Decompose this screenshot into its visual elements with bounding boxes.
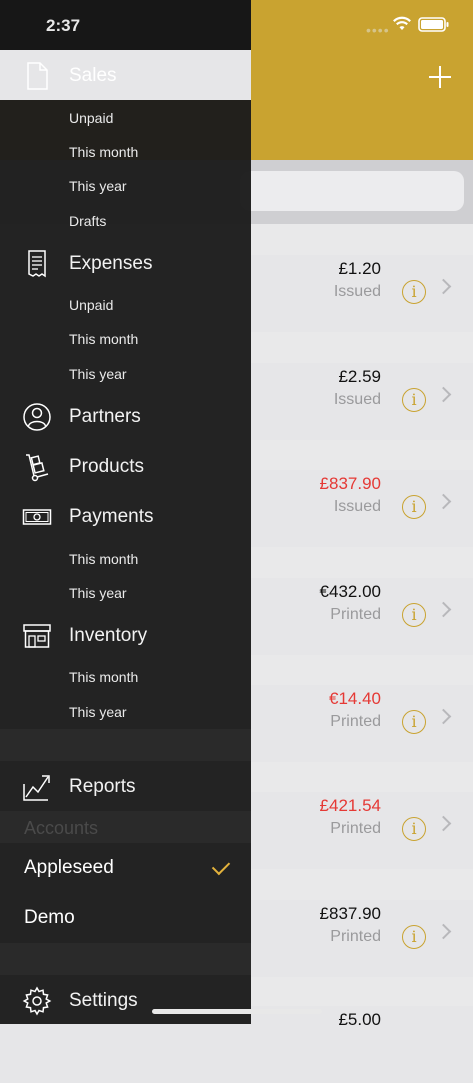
submenu-expenses-unpaid[interactable]: Unpaid (69, 297, 113, 313)
menu-label: Inventory (69, 625, 148, 646)
battery-icon (418, 17, 449, 32)
row-status: Issued (333, 391, 381, 408)
info-icon[interactable]: i (402, 495, 426, 519)
section-divider (0, 943, 251, 975)
row-amount: £837.90 (319, 904, 381, 923)
section-divider (0, 729, 251, 761)
home-indicator[interactable] (152, 1009, 322, 1014)
chart-trend-icon (23, 775, 50, 801)
menu-label: Settings (69, 990, 138, 1011)
menu-label: Payments (69, 506, 154, 527)
chevron-right-icon (435, 278, 452, 295)
row-amount: £5.00 (338, 1010, 381, 1029)
chevron-right-icon (435, 493, 452, 510)
row-status: Issued (333, 283, 381, 300)
submenu-expenses-this-month[interactable]: This month (69, 331, 138, 347)
menu-label: Reports (69, 776, 136, 797)
submenu-inventory-this-year[interactable]: This year (69, 704, 127, 720)
row-amount: £2.59 (338, 367, 381, 386)
receipt-icon (28, 250, 46, 278)
menu-item-reports[interactable]: Reports (0, 761, 251, 811)
menu-label: Products (69, 456, 144, 477)
info-icon[interactable]: i (402, 280, 426, 304)
side-drawer: 2:37 Sales Unpaid This month This year D… (0, 0, 251, 1024)
info-icon[interactable]: i (402, 925, 426, 949)
accounts-header: Accounts (24, 818, 99, 838)
menu-label: Sales (69, 65, 117, 86)
submenu-payments-this-year[interactable]: This year (69, 585, 127, 601)
info-icon[interactable]: i (402, 817, 426, 841)
menu-item-products[interactable]: Products (0, 441, 251, 491)
account-item-appleseed[interactable]: Appleseed (24, 857, 114, 879)
row-status: Issued (333, 498, 381, 515)
menu-item-sales[interactable]: Sales (0, 50, 251, 100)
wifi-icon (393, 16, 411, 30)
search-input[interactable] (240, 171, 464, 211)
submenu-sales-this-month[interactable]: This month (69, 144, 138, 160)
add-invoice-button[interactable] (420, 58, 460, 98)
hand-truck-icon (26, 454, 49, 482)
menu-label: Expenses (69, 253, 153, 274)
checkmark-icon (211, 856, 231, 876)
store-icon (23, 624, 51, 648)
submenu-sales-drafts[interactable]: Drafts (69, 213, 106, 229)
menu-label: Partners (69, 406, 141, 427)
row-amount: £1.20 (338, 259, 381, 278)
row-amount: £837.90 (319, 474, 381, 493)
gear-icon (22, 986, 52, 1016)
row-status: Printed (330, 928, 381, 945)
row-status: Printed (330, 820, 381, 837)
row-amount: £421.54 (319, 796, 381, 815)
menu-item-payments[interactable]: Payments (0, 491, 251, 541)
account-item-demo[interactable]: Demo (24, 907, 75, 929)
menu-item-partners[interactable]: Partners (0, 391, 251, 441)
submenu-sales-this-year[interactable]: This year (69, 178, 127, 194)
row-amount: €432.00 (319, 582, 381, 601)
submenu-expenses-this-year[interactable]: This year (69, 366, 127, 382)
chevron-right-icon (435, 386, 452, 403)
status-icons: •••• (362, 14, 462, 38)
row-amount: €14.40 (329, 689, 381, 708)
chevron-right-icon (435, 923, 452, 940)
person-icon (23, 403, 51, 431)
row-status: Printed (330, 713, 381, 730)
menu-item-inventory[interactable]: Inventory (0, 610, 251, 660)
status-time: 2:37 (46, 16, 81, 35)
menu-item-expenses[interactable]: Expenses (0, 238, 251, 288)
info-icon[interactable]: i (402, 603, 426, 627)
banknote-icon (22, 509, 52, 525)
submenu-payments-this-month[interactable]: This month (69, 551, 138, 567)
chevron-right-icon (435, 601, 452, 618)
chevron-right-icon (435, 815, 452, 832)
drawer-status-area (0, 0, 251, 50)
menu-item-settings[interactable]: Settings (0, 975, 251, 1025)
chevron-right-icon (435, 708, 452, 725)
info-icon[interactable]: i (402, 388, 426, 412)
submenu-inventory-this-month[interactable]: This month (69, 669, 138, 685)
signal-icon: •••• (366, 22, 390, 38)
submenu-sales-unpaid[interactable]: Unpaid (69, 110, 113, 126)
row-status: Printed (330, 606, 381, 623)
info-icon[interactable]: i (402, 710, 426, 734)
document-icon (27, 62, 48, 90)
